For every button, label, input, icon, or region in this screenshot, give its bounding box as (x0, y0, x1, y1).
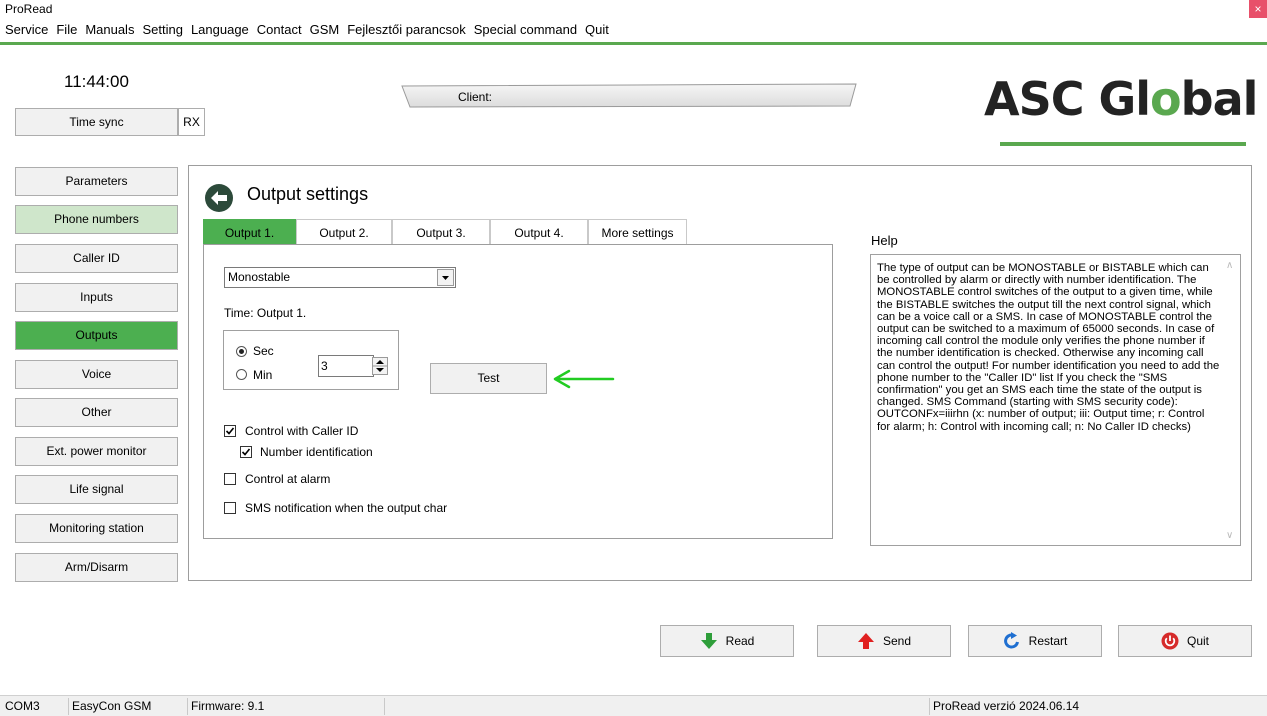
download-arrow-icon (700, 633, 717, 649)
control-caller-id-label: Control with Caller ID (245, 424, 359, 438)
scroll-up-icon[interactable]: ∧ (1226, 260, 1233, 271)
menu-file[interactable]: File (52, 18, 81, 42)
client-label: Client: (458, 90, 493, 104)
sidebar-item-inputs[interactable]: Inputs (15, 283, 178, 312)
scroll-down-icon[interactable]: ∨ (1226, 530, 1233, 541)
sidebar-item-arm-disarm[interactable]: Arm/Disarm (15, 553, 178, 582)
sidebar-item-phone-numbers[interactable]: Phone numbers (15, 205, 178, 234)
read-button[interactable]: Read (660, 625, 794, 657)
section-title: Output settings (247, 184, 369, 204)
menu-quit[interactable]: Quit (581, 18, 613, 42)
clock-display: 11:44:00 (64, 72, 129, 91)
test-button[interactable]: Test (430, 363, 547, 394)
read-label: Read (725, 634, 755, 648)
title-bar (0, 0, 1267, 18)
control-at-alarm-checkbox[interactable] (224, 473, 236, 485)
window-title: ProRead (5, 2, 53, 16)
status-empty (384, 698, 929, 715)
sidebar-item-voice[interactable]: Voice (15, 360, 178, 389)
output-mode-value: Monostable (228, 270, 291, 284)
sidebar-item-outputs[interactable]: Outputs (15, 321, 178, 350)
help-text: The type of output can be MONOSTABLE or … (877, 262, 1220, 433)
send-button[interactable]: Send (817, 625, 951, 657)
tab-output-1[interactable]: Output 1. (203, 219, 296, 245)
tab-output-2[interactable]: Output 2. (296, 219, 392, 245)
menu-setting[interactable]: Setting (138, 18, 186, 42)
sec-radio[interactable] (236, 346, 247, 357)
time-value-text: 3 (321, 359, 328, 373)
sidebar-item-ext-power-monitor[interactable]: Ext. power monitor (15, 437, 178, 466)
sec-label: Sec (253, 344, 274, 358)
time-sync-button[interactable]: Time sync (15, 108, 178, 136)
number-identification-checkbox[interactable] (240, 446, 252, 458)
help-heading: Help (871, 233, 898, 248)
power-icon (1161, 632, 1179, 650)
menu-contact[interactable]: Contact (253, 18, 306, 42)
asc-global-logo: ASC Global (984, 72, 1259, 126)
quit-label: Quit (1186, 634, 1209, 648)
menu-special-command[interactable]: Special command (470, 18, 581, 42)
back-arrow-icon[interactable] (204, 183, 234, 213)
control-caller-id-checkbox[interactable] (224, 425, 236, 437)
sidebar-item-life-signal[interactable]: Life signal (15, 475, 178, 504)
menu-gsm[interactable]: GSM (306, 18, 344, 42)
menu-service[interactable]: Service (5, 18, 52, 42)
sidebar-item-monitoring-station[interactable]: Monitoring station (15, 514, 178, 543)
quit-button[interactable]: Quit (1118, 625, 1252, 657)
rx-indicator: RX (178, 108, 205, 136)
logo-text-o: o (1150, 72, 1182, 126)
sms-notification-checkbox[interactable] (224, 502, 236, 514)
tab-output-4[interactable]: Output 4. (490, 219, 588, 245)
sidebar-item-caller-id[interactable]: Caller ID (15, 244, 178, 273)
logo-text-prefix: ASC Gl (984, 72, 1151, 126)
menu-developer-commands[interactable]: Fejlesztői parancsok (343, 18, 470, 42)
menu-manuals[interactable]: Manuals (81, 18, 138, 42)
status-port: COM3 (5, 699, 40, 713)
tab-output-3[interactable]: Output 3. (392, 219, 490, 245)
time-label: Time: Output 1. (224, 306, 307, 320)
status-firmware: Firmware: 9.1 (187, 698, 384, 715)
logo-underline (1000, 142, 1246, 146)
restart-button[interactable]: Restart (968, 625, 1102, 657)
chevron-down-icon[interactable] (437, 269, 454, 286)
number-identification-label: Number identification (260, 445, 373, 459)
tab-more-settings[interactable]: More settings (588, 219, 687, 245)
restart-label: Restart (1028, 634, 1068, 648)
upload-arrow-icon (857, 633, 874, 649)
min-radio[interactable] (236, 369, 247, 380)
annotation-arrow-icon (553, 369, 615, 389)
menu-bar: Service File Manuals Setting Language Contact… (0, 18, 1267, 45)
control-at-alarm-label: Control at alarm (245, 472, 331, 486)
status-device: EasyCon GSM (68, 698, 187, 715)
menu-language[interactable]: Language (187, 18, 253, 42)
send-label: Send (882, 634, 912, 648)
sidebar-item-other[interactable]: Other (15, 398, 178, 427)
window-close-button[interactable]: × (1249, 0, 1267, 18)
spinner-arrows-icon[interactable] (372, 357, 388, 375)
status-version: ProRead verzió 2024.06.14 (929, 698, 1265, 715)
restart-icon (1003, 632, 1019, 649)
sms-notification-label: SMS notification when the output char (245, 501, 448, 515)
logo-text-suffix: bal (1180, 72, 1259, 126)
sidebar-item-parameters[interactable]: Parameters (15, 167, 178, 196)
min-label: Min (253, 368, 273, 382)
